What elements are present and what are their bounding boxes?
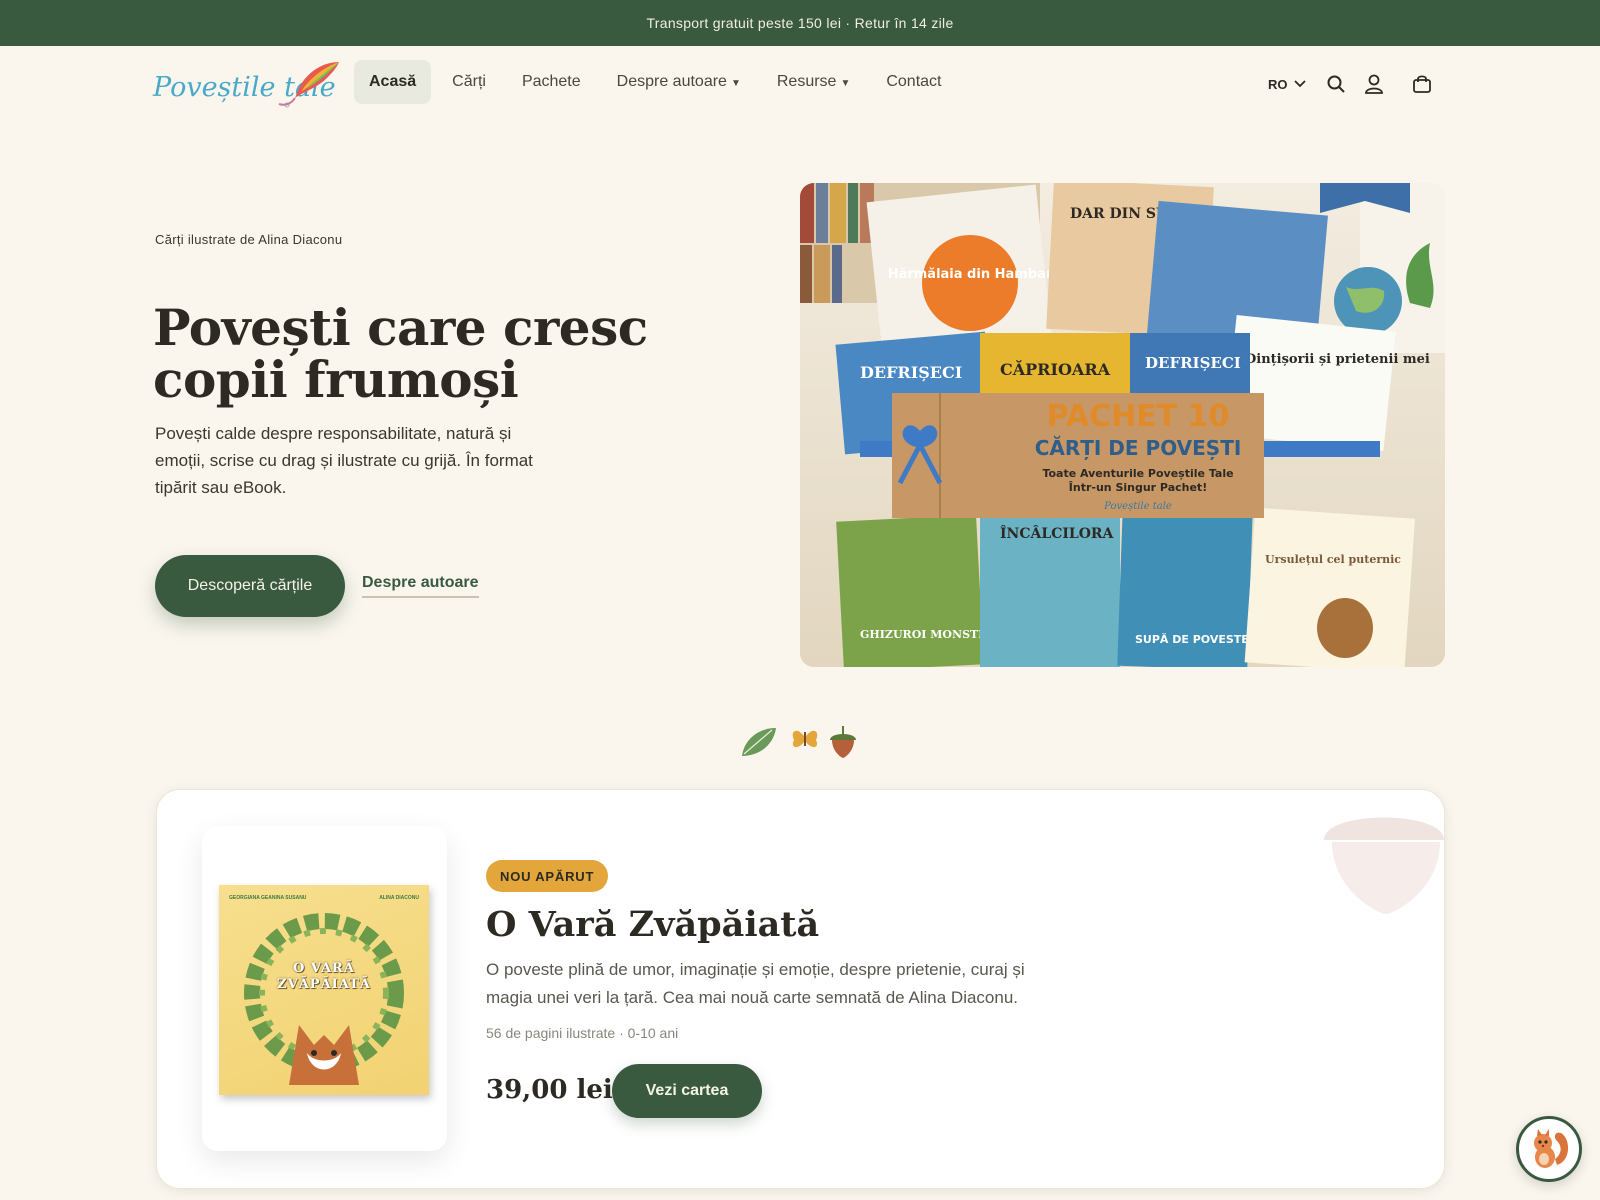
book-bundle-illustration: Hărmălaia din Hambar DAR DIN SUFLET Dinț… [800, 183, 1445, 667]
acorn-icon [830, 726, 856, 758]
nav-home[interactable]: Acasă [354, 60, 432, 104]
search-icon [1327, 75, 1345, 93]
banner-line1: PACHET 10 [1047, 399, 1230, 434]
main-header: Poveștile tale Acasă Cărți Pachete Despr… [0, 46, 1600, 122]
hero-title: Povești care cresc copii frumoși [153, 298, 648, 409]
nav-bundles[interactable]: Pachete [507, 60, 596, 104]
banner-logo: Poveștile tale [1103, 501, 1172, 512]
book-defriseci-title-1: DEFRIȘECI [860, 363, 962, 382]
hero-eyebrow: Cărți ilustrate de Alina Diaconu [155, 232, 343, 247]
acorn-watermark-icon [1324, 817, 1444, 914]
user-icon [1364, 74, 1383, 94]
view-book-label: Vezi cartea [645, 1082, 729, 1099]
banner-line2: CĂRȚI DE POVEȘTI [1035, 436, 1242, 460]
featured-book-card: GEORGIANA GEANINA SUSANU ALINA DIACONU O… [156, 789, 1445, 1189]
discover-books-label: Descoperă cărțile [187, 577, 313, 594]
book-cover-card[interactable]: GEORGIANA GEANINA SUSANU ALINA DIACONU O… [202, 826, 447, 1151]
book-meta: 56 de pagini ilustrate · 0-10 ani [486, 1025, 679, 1041]
logo[interactable]: Poveștile tale [153, 58, 343, 114]
book-description: O poveste plină de umor, imaginație și e… [486, 960, 1025, 1007]
cover-title-line2: ZVĂPĂIATĂ [277, 977, 371, 992]
decorative-divider [740, 722, 862, 760]
main-menu: Acasă Cărți Pachete Despre autoare ▼ Resu… [354, 60, 956, 104]
book-title[interactable]: O Vară Zvăpăiată [486, 904, 819, 945]
hero-description: Povești calde despre responsabilitate, n… [155, 424, 533, 497]
cart-button[interactable] [1410, 72, 1434, 96]
dropdown-caret-icon: ▼ [840, 78, 851, 89]
book-harmalaia-title: Hărmălaia din Hambar [888, 267, 1053, 282]
squirrel-icon [1534, 1129, 1569, 1168]
nav-contact-label: Contact [886, 73, 942, 90]
language-selector[interactable]: RO [1268, 77, 1306, 92]
nav-about-author[interactable]: Despre autoare ▼ [602, 60, 756, 104]
view-book-button[interactable]: Vezi cartea [612, 1064, 762, 1118]
book-caprioara-title: CĂPRIOARA [1000, 359, 1111, 379]
chat-mascot-button[interactable] [1516, 1116, 1582, 1182]
nav-books-label: Cărți [452, 73, 486, 90]
cover-title-line1: O VARĂ [293, 961, 355, 976]
announcement-text: Transport gratuit peste 150 lei · Retur … [646, 15, 954, 31]
book-supa-de-poveste-title: SUPĂ DE POVESTE [1135, 633, 1249, 646]
book-defriseci-title-2: DEFRIȘECI [1145, 354, 1241, 372]
nav-resources-label: Resurse [776, 73, 837, 90]
book-cover: GEORGIANA GEANINA SUSANU ALINA DIACONU O… [219, 885, 429, 1095]
nav-bundles-label: Pachete [521, 73, 581, 90]
account-button[interactable] [1362, 72, 1386, 96]
discover-books-button[interactable]: Descoperă cărțile [155, 555, 345, 617]
nav-about-author-label: Despre autoare [616, 73, 727, 90]
leaf-icon [742, 728, 776, 756]
feather-quill-icon [278, 62, 339, 108]
hero-bundle-image[interactable]: Hărmălaia din Hambar DAR DIN SUFLET Dinț… [800, 183, 1445, 667]
cover-title: O VARĂ ZVĂPĂIATĂ [219, 961, 429, 993]
badge-label: NOU APĂRUT [500, 868, 595, 884]
nav-contact[interactable]: Contact [871, 60, 956, 104]
butterfly-icon [792, 730, 818, 748]
banner-line3: Toate Aventurile Poveștile Tale [1042, 467, 1233, 480]
about-author-link[interactable]: Despre autoare [362, 574, 479, 598]
new-release-badge: NOU APĂRUT [486, 860, 609, 892]
banner-line4: Într-un Singur Pachet! [1069, 481, 1207, 494]
announcement-bar: Transport gratuit peste 150 lei · Retur … [0, 0, 1600, 46]
book-incalcilora-title: ÎNCÂLCILORA [1000, 524, 1115, 542]
nav-home-label: Acasă [369, 73, 417, 90]
search-button[interactable] [1324, 72, 1348, 96]
book-dintisorii-title: Dințișorii și prietenii mei [1245, 352, 1430, 367]
shopping-bag-icon [1412, 75, 1431, 93]
language-label: RO [1268, 76, 1288, 92]
nav-resources[interactable]: Resurse ▼ [762, 60, 865, 104]
dropdown-caret-icon: ▼ [730, 78, 741, 89]
book-ursuletul-title: Ursulețul cel puternic [1265, 553, 1401, 566]
header-actions: RO [1268, 72, 1434, 96]
nav-books[interactable]: Cărți [437, 60, 501, 104]
chevron-down-icon [1293, 80, 1306, 88]
book-price: 39,00 lei [486, 1075, 613, 1105]
about-author-label: Despre autoare [362, 574, 479, 591]
